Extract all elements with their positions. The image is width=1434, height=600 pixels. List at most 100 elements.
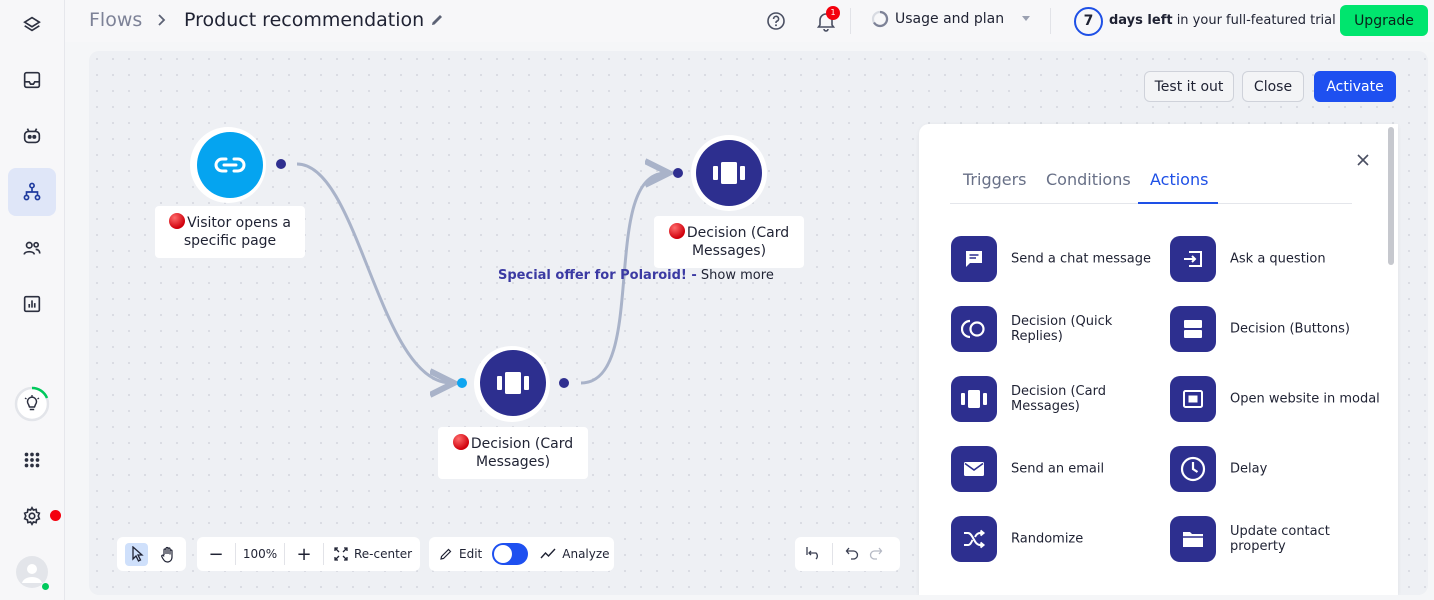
upgrade-button[interactable]: Upgrade [1340, 5, 1428, 36]
edit-analyze-toggle[interactable] [492, 543, 529, 565]
undo-icon [845, 547, 859, 560]
chevron-right-icon [158, 14, 166, 26]
action-decision-buttons[interactable]: Decision (Buttons) [1170, 306, 1380, 352]
recenter-button[interactable]: Re-center [334, 547, 412, 561]
trial-text: days left in your full-featured trial [1109, 13, 1336, 28]
edge-label-highlight: Special offer for Polaroid! - [498, 268, 697, 283]
analyze-mode-label[interactable]: Analyze [540, 547, 610, 561]
tab-triggers[interactable]: Triggers [963, 170, 1027, 189]
tab-actions[interactable]: Actions [1150, 170, 1208, 189]
cards-icon [951, 376, 997, 422]
mode-toolbar: Edit Analyze [429, 537, 614, 571]
action-label: Delay [1230, 461, 1268, 477]
action-open-website-modal[interactable]: Open website in modal [1170, 376, 1380, 422]
recenter-icon [334, 547, 348, 561]
input-port[interactable] [457, 378, 467, 388]
edit-mode-label[interactable]: Edit [439, 547, 482, 561]
sidebar-item-dashboard[interactable] [8, 0, 56, 48]
pencil-icon[interactable] [429, 12, 445, 28]
zoom-level: 100% [242, 547, 278, 561]
scrollbar-thumb[interactable] [1388, 127, 1394, 265]
action-label: Randomize [1011, 531, 1084, 547]
sidebar-item-apps[interactable] [8, 436, 56, 484]
sidebar [0, 0, 65, 600]
email-icon [951, 446, 997, 492]
action-randomize[interactable]: Randomize [951, 516, 1161, 562]
link-icon [214, 157, 246, 173]
decision-node-1[interactable] [480, 350, 546, 416]
breadcrumb-flows[interactable]: Flows [89, 9, 142, 31]
toggle-knob [494, 545, 513, 563]
action-label: Decision (Card Messages) [1011, 384, 1106, 414]
cursor-mode-toolbar [117, 537, 186, 571]
zoom-out-button[interactable]: − [197, 544, 235, 565]
decision-node-1-label: Decision (Card Messages) [438, 427, 588, 479]
panel-scrollbar[interactable] [1385, 124, 1397, 572]
zoom-in-button[interactable]: + [285, 544, 323, 565]
edge-label[interactable]: Special offer for Polaroid! - Show more [498, 268, 774, 283]
output-port[interactable] [559, 378, 569, 388]
quick-replies-icon [951, 306, 997, 352]
trial-days-circle: 7 [1074, 7, 1103, 36]
online-status-dot [41, 582, 50, 591]
usage-progress-icon [871, 10, 889, 28]
trend-icon [540, 548, 556, 559]
close-icon[interactable] [1356, 153, 1370, 167]
question-input-icon [1170, 236, 1216, 282]
node-library-panel: Triggers Conditions Actions Send a chat … [919, 124, 1398, 595]
sidebar-item-analytics[interactable] [8, 280, 56, 328]
notification-badge: 1 [826, 6, 840, 20]
action-label: Decision (Buttons) [1230, 321, 1350, 337]
action-label: Send a chat message [1011, 251, 1151, 267]
flow-canvas[interactable]: Test it out Close Activate Visitor opens… [89, 51, 1428, 595]
active-tab-indicator [1138, 202, 1218, 204]
action-decision-card-messages[interactable]: Decision (Card Messages) [951, 376, 1161, 422]
action-update-contact-property[interactable]: Update contact property [1170, 516, 1380, 562]
input-port[interactable] [673, 168, 683, 178]
sidebar-item-settings[interactable] [8, 492, 56, 540]
inbox-icon [23, 71, 41, 89]
sidebar-item-inbox[interactable] [8, 56, 56, 104]
action-label: Decision (Quick Replies) [1011, 314, 1113, 344]
action-label: Update contact property [1230, 524, 1330, 554]
close-flow-button[interactable]: Close [1242, 71, 1304, 102]
usage-plan-dropdown[interactable]: Usage and plan [871, 10, 1032, 28]
pan-tool-button[interactable] [156, 543, 179, 566]
action-send-chat-message[interactable]: Send a chat message [951, 236, 1161, 282]
flow-tree-icon [23, 182, 41, 201]
redo-icon [869, 547, 883, 560]
show-more-link[interactable]: Show more [697, 268, 774, 283]
red-circle-icon [169, 213, 186, 229]
action-ask-question[interactable]: Ask a question [1170, 236, 1380, 282]
help-icon[interactable] [766, 11, 786, 31]
clock-icon [1170, 446, 1216, 492]
sidebar-item-contacts[interactable] [8, 224, 56, 272]
action-send-email[interactable]: Send an email [951, 446, 1161, 492]
select-tool-button[interactable] [125, 542, 148, 566]
history-toolbar [795, 537, 900, 571]
history-button[interactable] [806, 546, 822, 563]
tab-conditions[interactable]: Conditions [1046, 170, 1131, 189]
pointer-icon [131, 546, 144, 562]
test-it-out-button[interactable]: Test it out [1144, 71, 1234, 102]
chat-icon [951, 236, 997, 282]
caret-down-icon [1022, 16, 1031, 21]
chart-icon [23, 295, 41, 313]
header-divider [1050, 8, 1051, 34]
decision-node-2[interactable] [696, 140, 762, 206]
grid-icon [24, 452, 40, 468]
trigger-node[interactable] [197, 132, 263, 198]
edge-trigger-to-decision [296, 162, 451, 383]
redo-button[interactable] [869, 546, 883, 563]
sidebar-item-flows[interactable] [8, 168, 56, 216]
action-decision-quick-replies[interactable]: Decision (Quick Replies) [951, 306, 1161, 352]
sidebar-item-onboarding[interactable] [8, 380, 56, 428]
modal-icon [1170, 376, 1216, 422]
activate-button[interactable]: Activate [1314, 71, 1396, 102]
undo-button[interactable] [845, 546, 859, 563]
top-header: Flows Product recommendation 1 Usage and… [65, 0, 1434, 42]
output-port[interactable] [276, 159, 286, 169]
action-delay[interactable]: Delay [1170, 446, 1380, 492]
recenter-label: Re-center [354, 547, 413, 561]
sidebar-item-bots[interactable] [8, 112, 56, 160]
